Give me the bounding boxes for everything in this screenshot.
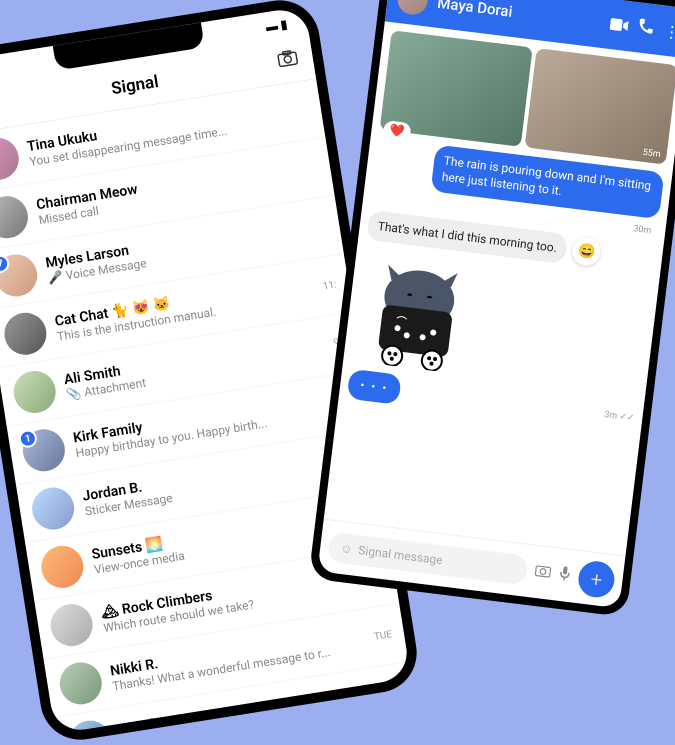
message-input[interactable]: ☺ Signal message — [327, 532, 529, 586]
image-attachment[interactable]: 55m — [525, 48, 675, 165]
message-timestamp: 3m ✓✓ — [604, 410, 635, 424]
avatar[interactable] — [38, 543, 86, 591]
contact-avatar[interactable] — [396, 0, 429, 16]
unread-badge: 2 — [0, 195, 1, 216]
avatar[interactable] — [29, 485, 77, 533]
chat-time: 11: — [322, 279, 337, 292]
typing-indicator: • • • — [347, 369, 402, 405]
chat-time: TUE — [373, 629, 393, 643]
app-title: Signal — [110, 71, 160, 98]
chat-time: TUE — [382, 687, 402, 701]
emoji-picker-icon[interactable]: ☺ — [339, 541, 353, 556]
contact-name[interactable]: Maya Dorai — [436, 0, 601, 32]
emoji-reaction[interactable]: 😄 — [571, 236, 602, 267]
avatar[interactable]: 7 — [0, 251, 40, 299]
voice-call-icon[interactable] — [637, 17, 655, 39]
camera-icon[interactable] — [276, 49, 299, 73]
heart-reaction[interactable]: ❤️ — [383, 120, 412, 141]
android-screen: Maya Dorai ⋮ ❤️ 55m The rain is pouring … — [317, 0, 675, 608]
avatar[interactable] — [66, 718, 114, 734]
unread-badge: 1 — [18, 428, 39, 449]
avatar[interactable] — [48, 601, 96, 649]
message-timestamp: 30m — [633, 224, 658, 237]
status-icons: ▬ ▮ — [265, 17, 289, 34]
mic-icon[interactable] — [557, 565, 571, 586]
avatar[interactable] — [0, 135, 22, 183]
avatar[interactable]: 2 — [0, 193, 31, 241]
sticker-message[interactable] — [351, 252, 484, 376]
message-list[interactable]: ❤️ 55m The rain is pouring down and I'm … — [324, 21, 675, 555]
avatar[interactable] — [1, 310, 49, 358]
more-icon[interactable]: ⋮ — [663, 21, 675, 42]
image-attachment[interactable]: ❤️ — [380, 30, 533, 147]
android-device: Maya Dorai ⋮ ❤️ 55m The rain is pouring … — [308, 0, 675, 617]
send-fab[interactable]: + — [576, 559, 616, 599]
video-call-icon[interactable] — [609, 14, 629, 35]
avatar[interactable] — [11, 368, 59, 416]
unread-badge: 7 — [0, 254, 10, 275]
avatar[interactable] — [57, 659, 105, 707]
image-timestamp: 55m — [642, 148, 661, 160]
status-time: 11:11 — [0, 62, 3, 81]
camera-icon[interactable] — [534, 563, 552, 583]
avatar[interactable]: 1 — [20, 426, 68, 474]
